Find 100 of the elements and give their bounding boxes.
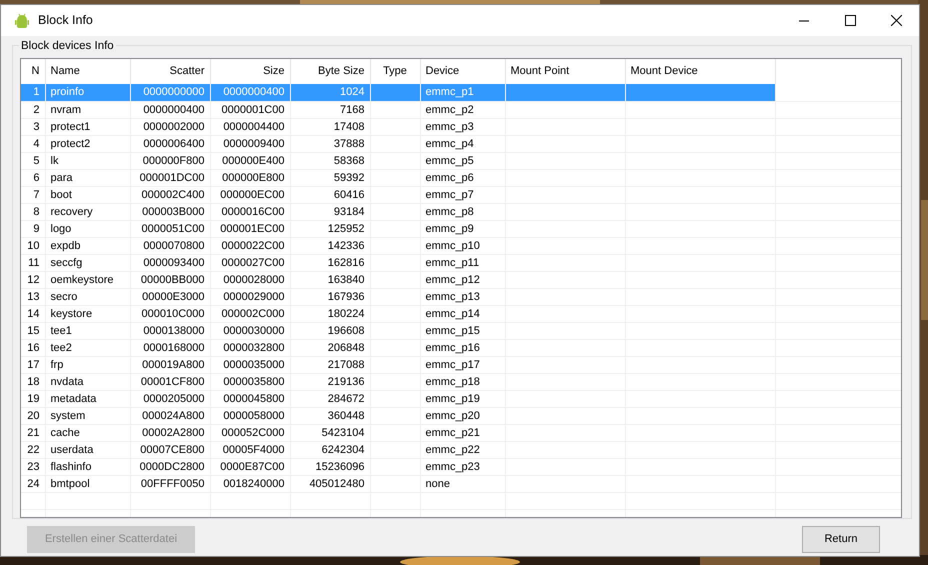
- table-cell: 196608: [290, 322, 370, 339]
- table-cell: 167936: [290, 288, 370, 305]
- table-cell: 0000045800: [210, 390, 290, 407]
- table-cell: 15: [21, 322, 45, 339]
- table-cell: emmc_p5: [420, 152, 505, 169]
- table-cell: 00FFFF0050: [130, 475, 210, 492]
- table-row[interactable]: 12 oemkeystore 00000BB000 0000028000 163840 emmc_p12: [21, 271, 901, 288]
- table-cell: 284672: [290, 390, 370, 407]
- table-row[interactable]: 6 para 000001DC00 000000E800 59392 emmc_p6: [21, 169, 901, 186]
- table-cell: 13: [21, 288, 45, 305]
- table-cell: 24: [21, 475, 45, 492]
- table-row[interactable]: 7 boot 000002C400 000000EC00 60416 emmc_p7: [21, 186, 901, 203]
- table-cell: 8: [21, 203, 45, 220]
- table-cell: 0000168000: [130, 339, 210, 356]
- table-cell: emmc_p10: [420, 237, 505, 254]
- table-cell: frp: [45, 356, 130, 373]
- table-cell: 93184: [290, 203, 370, 220]
- table-cell: 000002C000: [210, 305, 290, 322]
- table-cell: 1024: [290, 84, 370, 101]
- table-row[interactable]: 5 lk 000000F800 000000E400 58368 emmc_p5: [21, 152, 901, 169]
- table-row[interactable]: 22 userdata 00007CE800 00005F4000 6242304 emmc_p22: [21, 441, 901, 458]
- table-cell: nvram: [45, 101, 130, 118]
- table-row[interactable]: 24 bmtpool 00FFFF0050 0018240000 405012480 none: [21, 475, 901, 492]
- table-row[interactable]: 10 expdb 0000070800 0000022C00 142336 emmc_p10: [21, 237, 901, 254]
- table-cell: cache: [45, 424, 130, 441]
- table-cell: emmc_p8: [420, 203, 505, 220]
- table-row[interactable]: 4 protect2 0000006400 0000009400 37888 emmc_p4: [21, 135, 901, 152]
- table-cell: emmc_p11: [420, 254, 505, 271]
- table-cell: 11: [21, 254, 45, 271]
- table-cell: 000002C400: [130, 186, 210, 203]
- table-cell: 14: [21, 305, 45, 322]
- table-row[interactable]: 20 system 000024A800 0000058000 360448 emmc_p20: [21, 407, 901, 424]
- table-cell: 000000EC00: [210, 186, 290, 203]
- table-row[interactable]: 16 tee2 0000168000 0000032800 206848 emmc_p16: [21, 339, 901, 356]
- table-row[interactable]: 23 flashinfo 0000DC2800 0000E87C00 15236096 emmc_p23: [21, 458, 901, 475]
- table-cell: emmc_p13: [420, 288, 505, 305]
- table-cell: 0000029000: [210, 288, 290, 305]
- table-cell: 16: [21, 339, 45, 356]
- table-cell: 21: [21, 424, 45, 441]
- table-cell: emmc_p2: [420, 101, 505, 118]
- table-cell: logo: [45, 220, 130, 237]
- table-cell: 7: [21, 186, 45, 203]
- table-cell: 18: [21, 373, 45, 390]
- table-cell: 000000F800: [130, 152, 210, 169]
- table-cell: 0000205000: [130, 390, 210, 407]
- table-cell: metadata: [45, 390, 130, 407]
- table-cell: userdata: [45, 441, 130, 458]
- table-row[interactable]: 15 tee1 0000138000 0000030000 196608 emmc_p15: [21, 322, 901, 339]
- table-cell: oemkeystore: [45, 271, 130, 288]
- table-cell: 0000093400: [130, 254, 210, 271]
- table-cell: tee1: [45, 322, 130, 339]
- table-cell: expdb: [45, 237, 130, 254]
- table-cell: 59392: [290, 169, 370, 186]
- table-cell: 0000002000: [130, 118, 210, 135]
- table-cell: emmc_p16: [420, 339, 505, 356]
- table-row[interactable]: 8 recovery 000003B000 0000016C00 93184 emmc_p8: [21, 203, 901, 220]
- table-row[interactable]: 11 seccfg 0000093400 0000027C00 162816 emmc_p11: [21, 254, 901, 271]
- table-cell: lk: [45, 152, 130, 169]
- table-cell: emmc_p14: [420, 305, 505, 322]
- table-cell: emmc_p22: [420, 441, 505, 458]
- table-row[interactable]: 17 frp 000019A800 0000035000 217088 emmc_p17: [21, 356, 901, 373]
- table-cell: 000001DC00: [130, 169, 210, 186]
- table-row[interactable]: 14 keystore 000010C000 000002C000 180224 emmc_p14: [21, 305, 901, 322]
- table-cell: recovery: [45, 203, 130, 220]
- table-cell: 0000000400: [210, 84, 290, 101]
- table-cell: bmtpool: [45, 475, 130, 492]
- table-cell: 4: [21, 135, 45, 152]
- table-cell: 000052C000: [210, 424, 290, 441]
- table-cell: 206848: [290, 339, 370, 356]
- table-cell: 0000035800: [210, 373, 290, 390]
- table-cell: 0000030000: [210, 322, 290, 339]
- table-cell: para: [45, 169, 130, 186]
- table-cell: 60416: [290, 186, 370, 203]
- table-cell: emmc_p18: [420, 373, 505, 390]
- table-cell: 0000009400: [210, 135, 290, 152]
- table-row[interactable]: 3 protect1 0000002000 0000004400 17408 emmc_p3: [21, 118, 901, 135]
- table-cell: 37888: [290, 135, 370, 152]
- table-cell: 217088: [290, 356, 370, 373]
- table-row[interactable]: 19 metadata 0000205000 0000045800 284672 emmc_p19: [21, 390, 901, 407]
- return-button[interactable]: Return: [802, 526, 880, 553]
- table-row[interactable]: 2 nvram 0000000400 0000001C00 7168 emmc_p2: [21, 101, 901, 118]
- table-cell: 22: [21, 441, 45, 458]
- table-cell: 6242304: [290, 441, 370, 458]
- table-cell: 1: [21, 84, 45, 101]
- table-cell: 5: [21, 152, 45, 169]
- table-cell: 15236096: [290, 458, 370, 475]
- table-cell: 6: [21, 169, 45, 186]
- table-cell: emmc_p19: [420, 390, 505, 407]
- table-row[interactable]: 13 secro 00000E3000 0000029000 167936 emmc_p13: [21, 288, 901, 305]
- table-row[interactable]: 9 logo 0000051C00 000001EC00 125952 emmc_p9: [21, 220, 901, 237]
- android-icon: [15, 12, 29, 28]
- table-cell: emmc_p7: [420, 186, 505, 203]
- table-cell: 7168: [290, 101, 370, 118]
- table-row[interactable]: 18 nvdata 00001CF800 0000035800 219136 emmc_p18: [21, 373, 901, 390]
- table-cell: 219136: [290, 373, 370, 390]
- table-cell: 19: [21, 390, 45, 407]
- table-cell: boot: [45, 186, 130, 203]
- table-cell: emmc_p15: [420, 322, 505, 339]
- table-row[interactable]: 21 cache 00002A2800 000052C000 5423104 emmc_p21: [21, 424, 901, 441]
- table-cell: emmc_p21: [420, 424, 505, 441]
